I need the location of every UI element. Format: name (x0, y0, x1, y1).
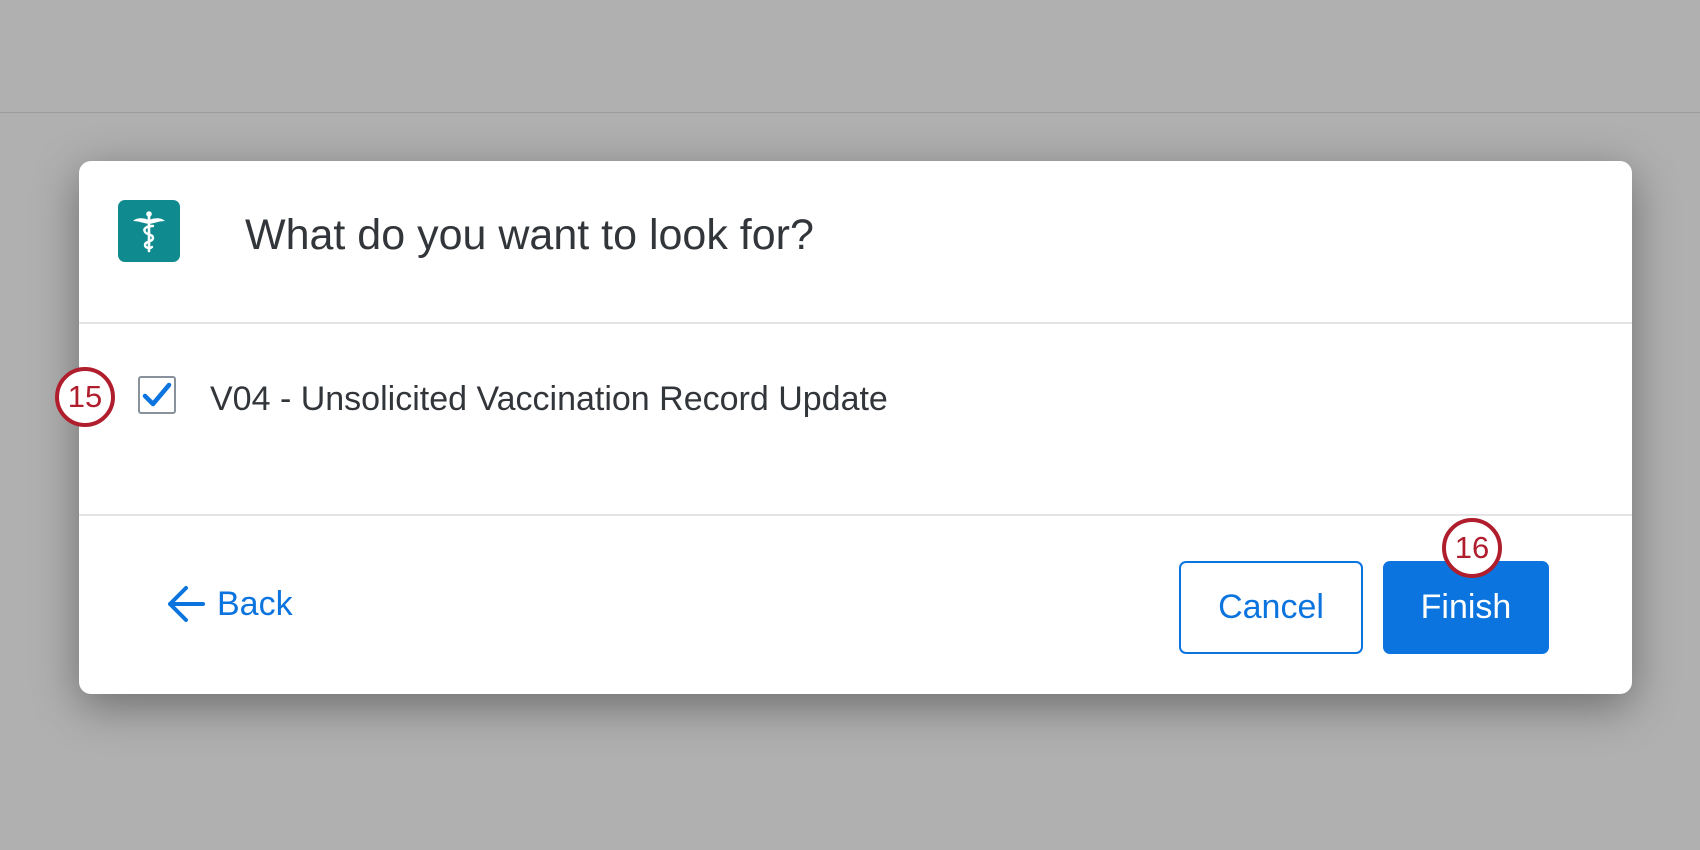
dialog-header: What do you want to look for? (79, 161, 1632, 324)
caduceus-icon (118, 200, 180, 262)
cancel-button-label: Cancel (1218, 588, 1324, 626)
step-callout-checkbox: 15 (55, 367, 115, 427)
arrow-left-icon (168, 586, 205, 622)
cancel-button[interactable]: Cancel (1179, 561, 1363, 654)
step-callout-finish: 16 (1442, 518, 1502, 578)
page-backdrop-divider (0, 112, 1700, 113)
finish-button-label: Finish (1420, 588, 1512, 626)
message-type-label[interactable]: V04 - Unsolicited Vaccination Record Upd… (210, 380, 888, 419)
dialog-body (79, 324, 1632, 516)
search-type-dialog: What do you want to look for? V04 - Unso… (79, 161, 1632, 694)
message-type-checkbox[interactable] (138, 376, 176, 414)
checkmark-icon (142, 382, 172, 407)
back-button-label: Back (217, 584, 293, 623)
back-button[interactable]: Back (165, 579, 293, 629)
dialog-title: What do you want to look for? (245, 211, 814, 259)
